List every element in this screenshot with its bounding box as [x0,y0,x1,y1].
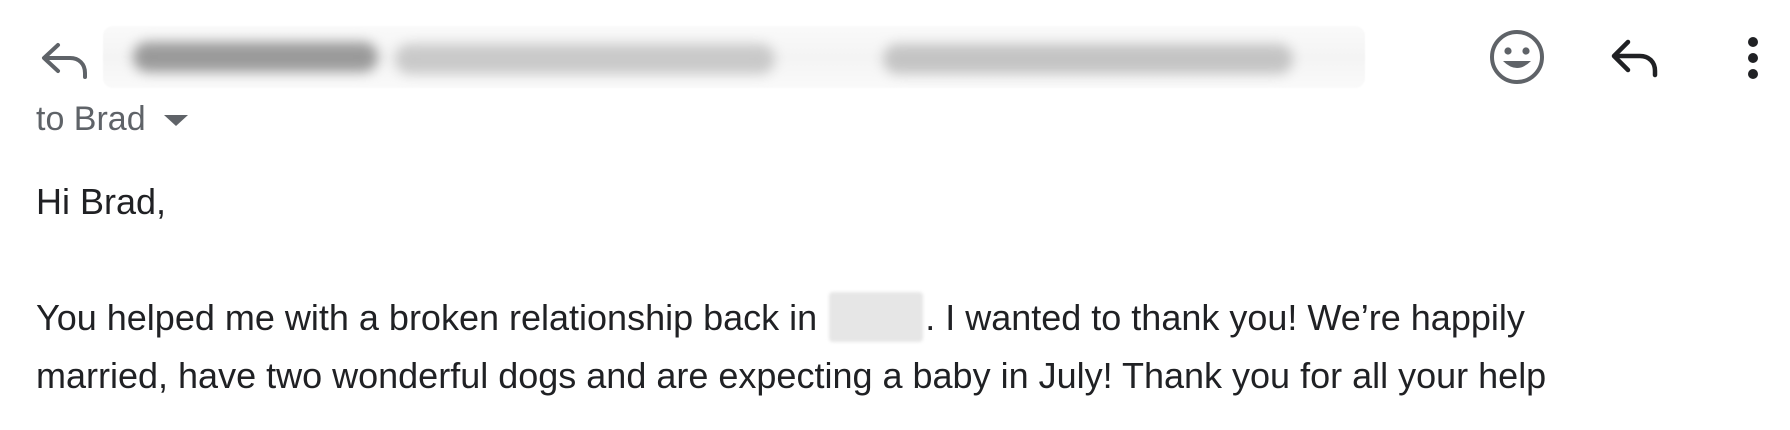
caret-down-icon[interactable] [163,115,188,126]
reply-button-icon[interactable] [1606,30,1662,86]
recipient-label: to Brad [36,99,146,138]
sender-email-redacted [395,44,775,74]
message-date-redacted [883,44,1293,74]
vertical-ellipsis-icon[interactable] [1735,30,1771,86]
sender-name-redacted [133,42,378,72]
reply-arrow-icon[interactable] [38,33,92,87]
message-greeting: Hi Brad, [36,181,167,222]
redacted-text [829,292,924,342]
message-line-1: You helped me with a broken relationship… [36,289,1756,347]
message-text-before-redaction: You helped me with a broken relationship… [36,297,818,338]
recipient-line[interactable]: to Brad [36,97,188,141]
message-header [0,0,1790,110]
message-line-2: married, have two wonderful dogs and are… [36,355,1547,396]
message-text-after-redaction: . I wanted to thank you! We’re happily [925,297,1525,338]
smiley-icon[interactable] [1488,28,1546,86]
sender-info-redacted [103,26,1365,88]
